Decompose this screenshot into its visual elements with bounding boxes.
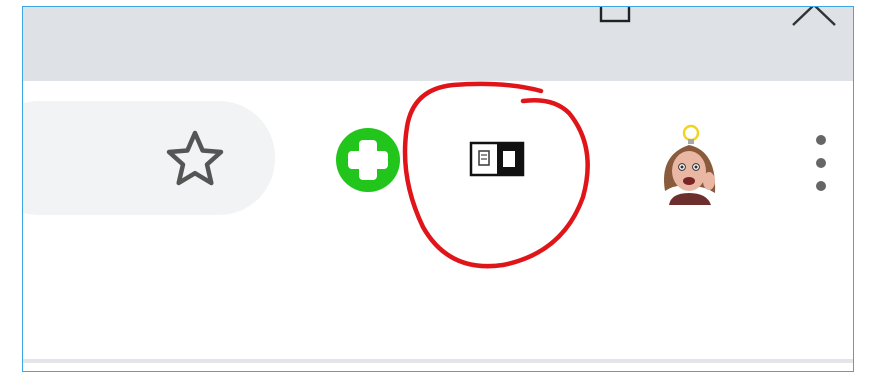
green-plus-extension-icon[interactable] [335, 127, 401, 193]
content-divider [23, 359, 853, 363]
avatar[interactable] [655, 121, 723, 205]
reader-view-extension-icon[interactable] [469, 141, 525, 177]
close-window-icon[interactable] [789, 6, 839, 29]
star-icon[interactable] [163, 127, 227, 191]
title-bar [23, 7, 853, 81]
restore-window-icon[interactable] [595, 6, 639, 27]
three-dot-menu-icon[interactable] [809, 131, 833, 195]
address-bar[interactable] [23, 101, 275, 215]
browser-window [22, 6, 854, 372]
browser-toolbar [23, 81, 853, 241]
